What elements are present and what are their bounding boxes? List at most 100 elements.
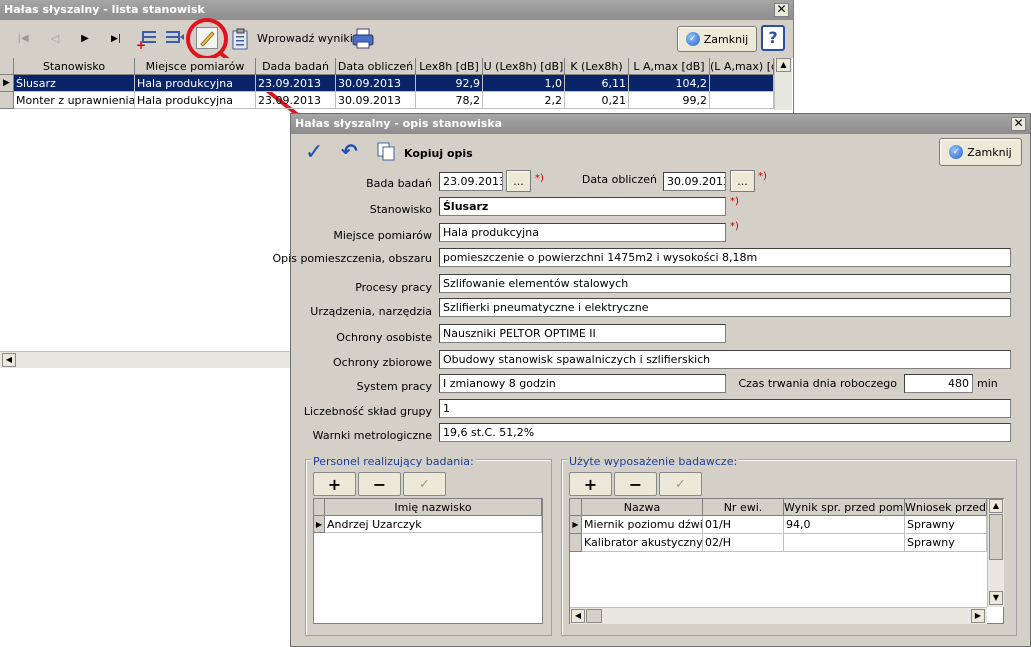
scroll-thumb[interactable] [989,514,1003,560]
first-record-icon[interactable]: |◀ [13,30,33,48]
data-obliczen-picker-button[interactable]: ... [730,170,755,192]
grid-cell[interactable]: Hala produkcyjna [135,75,256,92]
column-header[interactable]: Nr ewi. [703,499,784,516]
scroll-thumb[interactable] [586,609,602,623]
dialog-close-button[interactable]: ✓ Zamknij [939,138,1022,166]
paste-results-icon[interactable] [230,27,252,51]
czas-trwania-field[interactable]: 480 [904,374,973,393]
bada-badan-field[interactable]: 23.09.2013 [439,172,503,191]
urzadzenia-field[interactable]: Szlifierki pneumatyczne i elektryczne [439,298,1011,317]
grid-cell[interactable] [710,92,774,109]
help-icon[interactable]: ? [761,25,785,51]
grid-cell[interactable] [710,75,774,92]
equipment-remove-button[interactable]: − [614,472,657,496]
grid-cell[interactable]: Hala produkcyjna [135,92,256,109]
grid-cell[interactable]: Monter z uprawnieniami d [14,92,135,109]
scroll-left-icon[interactable]: ◀ [2,353,16,367]
column-header[interactable]: Data obliczeń [336,58,416,75]
scroll-right-icon[interactable]: ▶ [971,609,985,623]
copy-icon[interactable] [377,142,397,162]
column-header[interactable]: Stanowisko [14,58,135,75]
procesy-field[interactable]: Szlifowanie elementów stalowych [439,274,1011,293]
column-header[interactable]: Miejsce pomiarów [135,58,256,75]
column-header[interactable]: Nazwa [582,499,703,516]
copy-description-label[interactable]: Kopiuj opis [404,147,473,160]
grid-cell[interactable]: Andrzej Uzarczyk [325,516,542,533]
column-header[interactable]: Lex8h [dB] [416,58,483,75]
enter-results-label[interactable]: Wprowadź wyniki [257,32,353,45]
column-header[interactable]: Wniosek przed po [905,499,987,516]
scroll-down-icon[interactable]: ▼ [989,591,1003,605]
equipment-vertical-scrollbar[interactable]: ▲ ▼ [987,499,1004,607]
main-vertical-scrollbar[interactable]: ▲ [774,58,792,110]
svg-text:+: + [136,38,146,50]
warunki-field[interactable]: 19,6 st.C. 51,2% [439,423,1011,442]
grid-cell[interactable]: Ślusarz [14,75,135,92]
grid-row-indicator-header [314,499,325,516]
grid-row-indicator-header [570,499,582,516]
description-dialog: Hałas słyszalny - opis stanowiska ✕ ✓ ↶ … [273,113,1031,647]
grid-cell[interactable]: 1,0 [483,75,565,92]
main-close-button[interactable]: ✓ Zamknij [677,26,757,52]
print-icon[interactable] [351,28,375,50]
ochrony-osobiste-field[interactable]: Nauszniki PELTOR OPTIME II [439,324,726,343]
equipment-confirm-button[interactable]: ✓ [659,472,702,496]
ochrony-zbiorowe-field[interactable]: Obudowy stanowisk spawalniczych i szlifi… [439,350,1011,369]
prev-record-icon[interactable]: ◁ [45,30,65,48]
column-header[interactable]: Dada badań [256,58,336,75]
opis-field[interactable]: pomieszczenie o powierzchni 1475m2 i wys… [439,248,1011,267]
grid-cell[interactable]: 104,2 [629,75,710,92]
last-record-icon[interactable]: ▶| [106,30,126,48]
data-obliczen-label: Data obliczeń [581,173,657,186]
grid-cell[interactable]: 6,11 [565,75,629,92]
required-mark: *) [758,171,767,182]
add-row-icon[interactable]: + [136,28,158,52]
data-obliczen-field[interactable]: 30.09.2013 [663,172,726,191]
undo-icon[interactable]: ↶ [341,139,358,163]
grid-cell[interactable]: Sprawny [905,534,987,552]
next-record-icon[interactable]: ▶ [75,30,95,48]
save-check-icon[interactable]: ✓ [305,140,323,165]
equipment-horizontal-scrollbar[interactable]: ◀ ▶ [570,607,987,624]
dialog-close-icon[interactable]: ✕ [1011,117,1026,131]
grid-cell[interactable]: 92,9 [416,75,483,92]
grid-cell[interactable]: Miernik poziomu dźwięku [582,516,703,534]
main-horizontal-scrollbar[interactable]: ◀ [0,351,290,368]
miejsce-field[interactable]: Hala produkcyjna [439,223,726,242]
system-pracy-field[interactable]: I zmianowy 8 godzin [439,374,726,393]
grid-cell[interactable]: 30.09.2013 [336,75,416,92]
dialog-close-button-label: Zamknij [967,145,1012,159]
grid-cell[interactable]: 02/H [703,534,784,552]
grid-cell[interactable] [784,534,905,552]
scroll-up-icon[interactable]: ▲ [776,58,791,72]
personel-remove-button[interactable]: − [358,472,401,496]
personel-add-button[interactable]: + [313,472,356,496]
bada-badan-picker-button[interactable]: ... [506,170,531,192]
scroll-up-icon[interactable]: ▲ [989,499,1003,513]
equipment-add-button[interactable]: + [569,472,612,496]
grid-cell[interactable]: 2,2 [483,92,565,109]
grid-cell[interactable]: 94,0 [784,516,905,534]
column-header[interactable]: (L A,max) [dB] [710,58,774,75]
scroll-left-icon[interactable]: ◀ [571,609,585,623]
main-window-title: Hałas słyszalny - lista stanowisk [4,3,205,16]
grid-cell[interactable]: Sprawny [905,516,987,534]
grid-cell[interactable]: 23.09.2013 [256,75,336,92]
stanowisko-field[interactable]: Ślusarz [439,197,726,216]
column-header[interactable]: U (Lex8h) [dB] [483,58,565,75]
insert-row-icon[interactable] [163,28,185,50]
column-header[interactable]: L A,max [dB] [629,58,710,75]
grid-cell[interactable]: 01/H [703,516,784,534]
grid-cell[interactable]: Kalibrator akustyczny RIO [582,534,703,552]
grid-cell[interactable]: 23.09.2013 [256,92,336,109]
grid-cell[interactable]: 30.09.2013 [336,92,416,109]
grid-cell[interactable]: 99,2 [629,92,710,109]
column-header[interactable]: Wynik spr. przed pom. [784,499,905,516]
main-close-icon[interactable]: ✕ [774,3,789,17]
column-header[interactable]: K (Lex8h) [565,58,629,75]
liczebnosc-field[interactable]: 1 [439,399,1011,418]
grid-cell[interactable]: 0,21 [565,92,629,109]
grid-cell[interactable]: 78,2 [416,92,483,109]
column-header[interactable]: Imię nazwisko [325,499,542,516]
personel-confirm-button[interactable]: ✓ [403,472,446,496]
